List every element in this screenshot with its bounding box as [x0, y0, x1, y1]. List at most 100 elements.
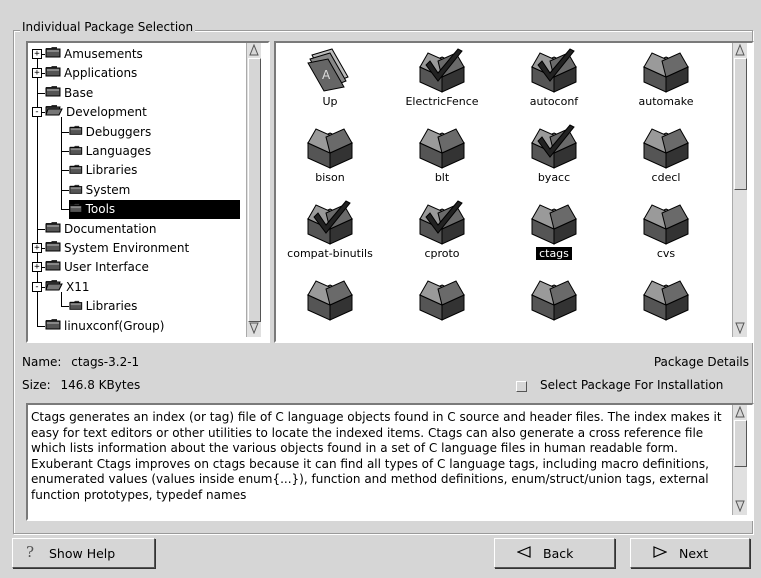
back-arrow-icon: [516, 545, 531, 561]
tree-item[interactable]: Base: [45, 84, 93, 103]
folder-icon: [69, 123, 83, 142]
tree-branch-line: [61, 189, 69, 191]
folder-icon: [69, 142, 83, 161]
tree-item[interactable]: User Interface: [45, 258, 149, 277]
scroll-up-icon[interactable]: [733, 43, 747, 57]
package-group-tree[interactable]: + Amusements + Applications Base - Development…: [26, 41, 270, 343]
expand-icon[interactable]: +: [32, 262, 42, 273]
package-icon: [280, 275, 380, 321]
folder-icon: [69, 181, 83, 200]
package-item[interactable]: cvs: [616, 199, 716, 273]
package-item[interactable]: [280, 275, 380, 341]
icons-scrollbar[interactable]: [732, 43, 747, 337]
package-item[interactable]: automake: [616, 47, 716, 121]
package-icon: [392, 123, 492, 169]
folder-icon: [69, 200, 83, 219]
tree-item[interactable]: System: [69, 181, 130, 200]
tree-item-label: Base: [64, 85, 94, 100]
scroll-down-icon[interactable]: [733, 499, 747, 513]
next-button[interactable]: Next: [630, 538, 750, 568]
back-label: Back: [543, 545, 574, 561]
package-item[interactable]: blt: [392, 123, 492, 197]
package-item[interactable]: byacc: [504, 123, 604, 197]
folder-icon: [45, 239, 61, 258]
folder-icon: [69, 161, 83, 180]
package-item[interactable]: A Up: [280, 47, 380, 121]
scroll-up-icon[interactable]: [247, 43, 261, 57]
package-label: bison: [315, 171, 345, 184]
description-scroll-thumb[interactable]: [734, 420, 747, 467]
expand-icon[interactable]: +: [32, 49, 42, 59]
svg-text:?: ?: [26, 544, 34, 560]
package-label: autoconf: [529, 95, 579, 108]
package-label: blt: [434, 171, 450, 184]
package-item[interactable]: autoconf: [504, 47, 604, 121]
select-package-checkbox[interactable]: [516, 381, 527, 392]
package-icon: [504, 199, 604, 245]
package-item[interactable]: ctags: [504, 199, 604, 273]
folder-icon: [45, 220, 61, 239]
next-label: Next: [679, 545, 709, 561]
tree-scroll-thumb[interactable]: [248, 58, 261, 322]
collapse-icon[interactable]: -: [32, 281, 42, 292]
back-button[interactable]: Back: [494, 538, 615, 568]
show-help-label: Show Help: [49, 545, 116, 561]
show-help-button[interactable]: ? Show Help: [12, 538, 155, 568]
name-value: ctags-3.2-1: [71, 355, 140, 369]
scroll-down-icon[interactable]: [247, 321, 261, 335]
package-icon: [280, 123, 380, 169]
description-scrollbar[interactable]: [732, 405, 747, 515]
package-item[interactable]: ElectricFence: [392, 47, 492, 121]
package-item[interactable]: compat-binutils: [280, 199, 380, 273]
tree-branch-line: [37, 92, 45, 94]
package-label: cvs: [656, 247, 676, 260]
folder-icon: [45, 317, 61, 336]
tree-item[interactable]: Languages: [69, 142, 151, 161]
size-label: Size:: [22, 378, 51, 392]
tree-branch-line: [61, 306, 69, 308]
package-label: cproto: [424, 247, 460, 260]
package-icon-view[interactable]: A Up ElectricFence autoconf automake bison blt…: [274, 41, 754, 343]
tree-item-label: linuxconf(Group): [64, 318, 165, 333]
package-icon: [504, 275, 604, 321]
package-icon: [392, 275, 492, 321]
tree-item-label: Development: [66, 105, 147, 120]
scroll-up-icon[interactable]: [733, 405, 747, 419]
scroll-down-icon[interactable]: [733, 321, 747, 335]
name-label: Name:: [22, 355, 62, 369]
tree-item[interactable]: Development: [45, 103, 147, 122]
package-label: ctags: [536, 247, 572, 260]
tree-item[interactable]: Amusements: [45, 45, 143, 64]
expand-icon[interactable]: +: [32, 68, 42, 79]
tree-branch-line: [37, 228, 45, 230]
package-item[interactable]: cproto: [392, 199, 492, 273]
package-item[interactable]: [504, 275, 604, 341]
expand-icon[interactable]: +: [32, 243, 42, 253]
tree-item[interactable]: Libraries: [69, 161, 137, 180]
package-item[interactable]: cdecl: [616, 123, 716, 197]
select-package-label[interactable]: Select Package For Installation: [540, 378, 723, 392]
tree-item[interactable]: Documentation: [45, 220, 157, 239]
tree-branch-line: [61, 170, 69, 172]
tree-item[interactable]: Debuggers: [69, 123, 151, 142]
package-size-row: Size: 146.8 KBytes: [22, 378, 140, 392]
package-checked-icon: [392, 199, 492, 245]
tree-item[interactable]: X11: [45, 278, 90, 297]
tree-item-label: Tools: [85, 202, 116, 217]
tree-item[interactable]: Applications: [45, 64, 137, 83]
description-text: Ctags generates an index (or tag) file o…: [31, 410, 722, 502]
package-item[interactable]: bison: [280, 123, 380, 197]
tree-item[interactable]: Libraries: [69, 297, 137, 316]
tree-item-label: System: [85, 182, 131, 197]
collapse-icon[interactable]: -: [32, 107, 42, 118]
package-item[interactable]: [392, 275, 492, 341]
tree-item[interactable]: linuxconf(Group): [45, 317, 164, 336]
icons-scroll-thumb[interactable]: [734, 58, 747, 190]
tree-item-label: Applications: [64, 66, 138, 81]
tree-item[interactable]: Tools: [69, 200, 240, 220]
package-label: Up: [322, 95, 338, 108]
tree-item[interactable]: System Environment: [45, 239, 189, 258]
tree-item-label: User Interface: [64, 260, 149, 275]
tree-scrollbar[interactable]: [246, 43, 261, 337]
package-item[interactable]: [616, 275, 716, 341]
